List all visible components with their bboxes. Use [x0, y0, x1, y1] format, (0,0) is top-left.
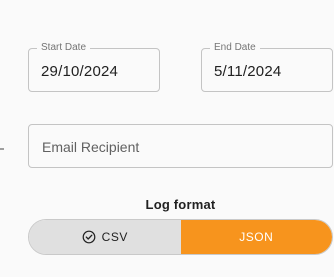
json-option-label: JSON [239, 230, 274, 244]
start-date-field[interactable]: Start Date 29/10/2024 [28, 41, 160, 92]
email-recipient-field[interactable]: Email Recipient [28, 124, 333, 168]
end-date-value[interactable]: 5/11/2024 [214, 63, 281, 80]
csv-option-button[interactable]: CSV [29, 220, 181, 254]
json-option-button[interactable]: JSON [180, 220, 332, 254]
start-date-value[interactable]: 29/10/2024 [41, 63, 118, 80]
log-format-toggle: CSV JSON [28, 219, 333, 255]
left-edge-marker [0, 0, 10, 277]
start-date-label: Start Date [37, 41, 91, 55]
edge-tick [0, 148, 4, 150]
check-circle-icon [82, 230, 96, 244]
end-date-label: End Date [210, 41, 260, 55]
log-format-title: Log format [145, 197, 216, 212]
csv-option-label: CSV [101, 230, 128, 244]
email-recipient-placeholder: Email Recipient [42, 139, 140, 155]
end-date-field[interactable]: End Date 5/11/2024 [201, 41, 333, 92]
